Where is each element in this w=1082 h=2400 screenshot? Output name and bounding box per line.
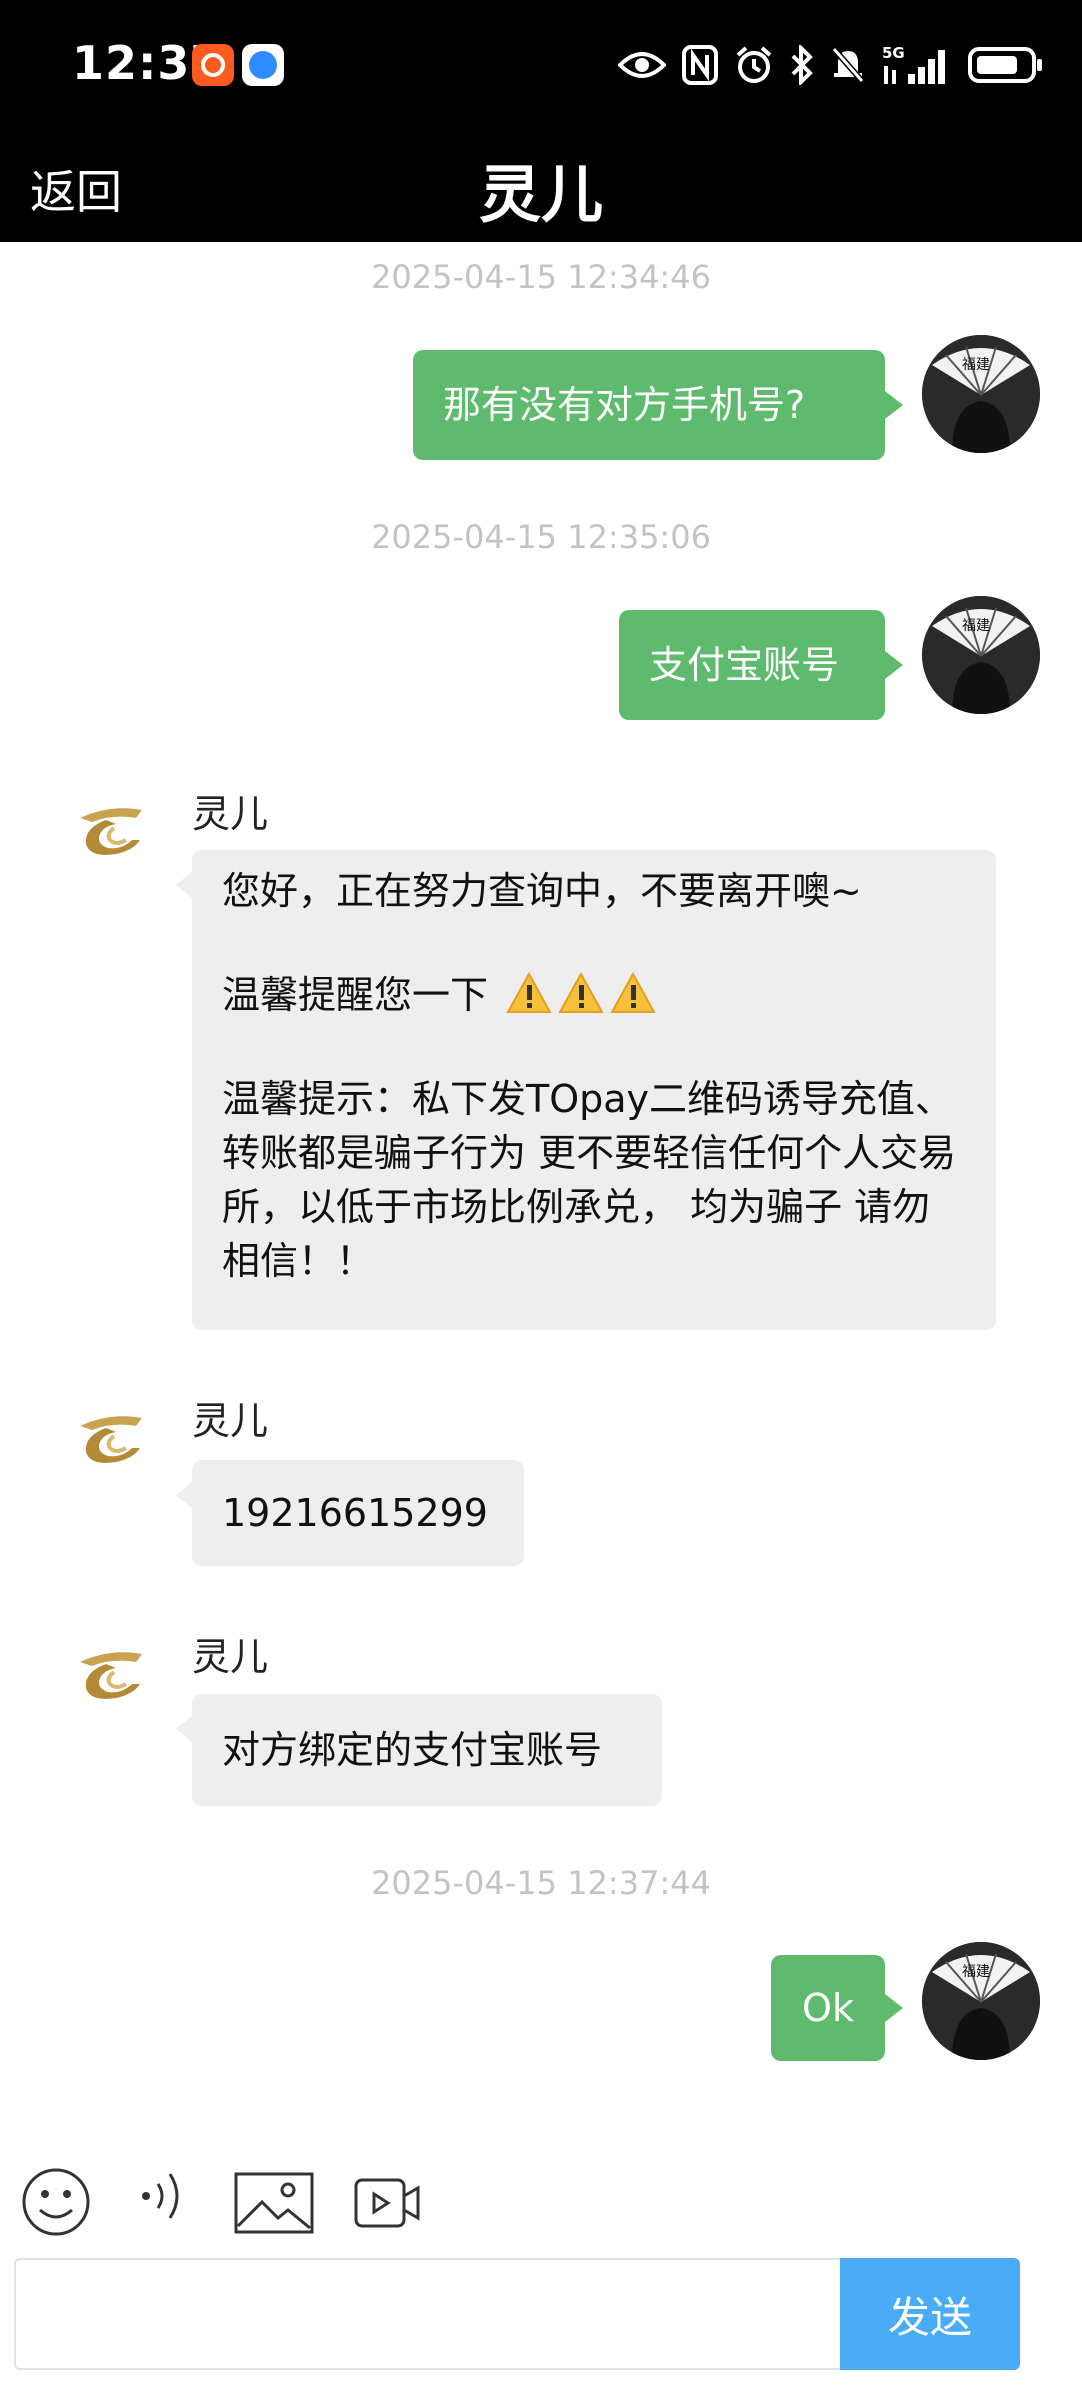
incoming-message-bubble[interactable]: 19216615299	[176, 1460, 524, 1566]
contact-avatar-logo-icon[interactable]	[76, 1648, 146, 1704]
message-input[interactable]	[14, 2258, 840, 2370]
video-icon[interactable]	[354, 2178, 420, 2228]
nfc-icon	[682, 45, 718, 85]
my-avatar[interactable]: 福建	[922, 335, 1040, 453]
svg-text:福建: 福建	[962, 618, 990, 634]
svg-text:福建: 福建	[962, 357, 990, 373]
message-timestamp: 2025-04-15 12:37:44	[371, 1864, 711, 1902]
my-avatar[interactable]: 福建	[922, 1942, 1040, 2060]
sender-name: 灵儿	[192, 1635, 269, 1679]
battery-icon	[968, 47, 1042, 83]
chat-screen: 12:37 5G 返回 灵儿 2025-04-15 12:34:46 那有没有对…	[0, 0, 1082, 2400]
app-badge-orange-icon	[192, 44, 234, 86]
sender-name: 灵儿	[192, 1399, 269, 1443]
fan-avatar-icon: 福建	[922, 335, 1040, 453]
send-button[interactable]: 发送	[840, 2258, 1020, 2370]
warning-icon	[558, 972, 604, 1013]
contact-avatar-logo-icon[interactable]	[76, 1412, 146, 1468]
mute-icon	[831, 47, 865, 83]
message-timestamp: 2025-04-15 12:34:46	[371, 258, 711, 296]
my-avatar[interactable]: 福建	[922, 596, 1040, 714]
incoming-message-bubble[interactable]: 您好，正在努力查询中，不要离开噢~ 温馨提醒您一下 温馨提示：私下发TOpay二…	[176, 850, 996, 1330]
voice-icon[interactable]	[138, 2164, 188, 2228]
warning-icon	[506, 972, 552, 1013]
outgoing-message-bubble[interactable]: Ok	[771, 1955, 903, 2061]
outgoing-message-bubble[interactable]: 支付宝账号	[619, 610, 903, 720]
composer-toolbar	[0, 2160, 1082, 2260]
message-line: 温馨提示：私下发TOpay二维码诱导充值、转账都是骗子行为 更不要轻信任何个人交…	[222, 1077, 957, 1283]
incoming-message-bubble[interactable]: 对方绑定的支付宝账号	[176, 1694, 662, 1806]
outgoing-message-bubble[interactable]: 那有没有对方手机号?	[413, 350, 903, 460]
signal-icon: 5G	[882, 44, 945, 84]
message-timestamp: 2025-04-15 12:35:06	[371, 518, 711, 556]
contact-avatar-logo-icon[interactable]	[76, 804, 146, 860]
composer: 发送	[14, 2258, 1020, 2370]
status-icons: 5G	[618, 40, 1044, 90]
nav-bar: 返回 灵儿	[0, 130, 1082, 242]
sender-name: 灵儿	[192, 792, 269, 836]
svg-text:福建: 福建	[962, 1964, 990, 1980]
bluetooth-icon	[791, 45, 813, 85]
emoji-icon[interactable]	[20, 2166, 92, 2238]
status-bar: 12:37 5G	[0, 0, 1082, 130]
warning-icon	[610, 972, 656, 1013]
alarm-icon	[736, 46, 772, 83]
page-title: 灵儿	[478, 158, 603, 231]
message-line: 温馨提醒您一下	[222, 968, 966, 1022]
svg-text:5G: 5G	[882, 44, 905, 62]
fan-avatar-icon: 福建	[922, 1942, 1040, 2060]
fan-avatar-icon: 福建	[922, 596, 1040, 714]
app-badge-blue-icon	[242, 44, 284, 86]
image-icon[interactable]	[234, 2172, 314, 2234]
eye-icon	[618, 52, 666, 78]
message-line-text: 温馨提醒您一下	[222, 973, 489, 1017]
message-line: 您好，正在努力查询中，不要离开噢~	[222, 869, 862, 913]
